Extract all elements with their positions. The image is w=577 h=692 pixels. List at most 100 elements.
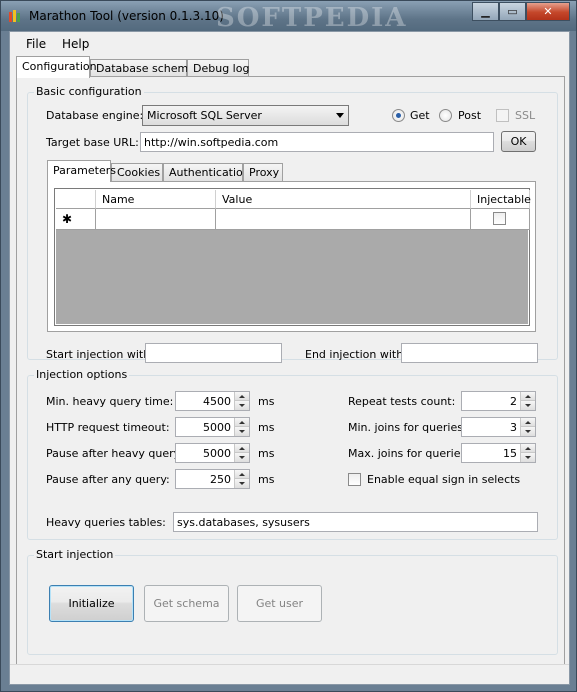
min-heavy-value: 4500 <box>203 395 231 408</box>
engine-select[interactable]: Microsoft SQL Server <box>142 105 349 126</box>
grid-header-injectable[interactable]: Injectable <box>471 190 531 209</box>
unit-ms: ms <box>258 421 275 434</box>
grid-corner <box>56 190 96 209</box>
close-button[interactable]: ✕ <box>526 2 570 21</box>
basic-configuration-group: Basic configuration Database engine: Mic… <box>27 85 558 363</box>
spin-up-icon[interactable] <box>235 418 249 427</box>
get-schema-button[interactable]: Get schema <box>144 585 229 622</box>
spin-down-icon[interactable] <box>235 401 249 410</box>
heavy-tables-label: Heavy queries tables: <box>46 516 166 529</box>
injection-options-group: Injection options Min. heavy query time:… <box>27 368 558 540</box>
start-injection-group: Start injection Initialize Get schema Ge… <box>27 548 558 655</box>
repeat-value: 2 <box>510 395 517 408</box>
tab-cookies[interactable]: Cookies <box>111 163 163 181</box>
status-bar <box>10 664 569 684</box>
pause-heavy-label: Pause after heavy query: <box>46 447 184 460</box>
get-user-button[interactable]: Get user <box>237 585 322 622</box>
min-heavy-spinner[interactable]: 4500 <box>175 391 250 411</box>
menu-file[interactable]: File <box>26 37 46 51</box>
max-joins-label: Max. joins for queries: <box>348 447 470 460</box>
target-url-input[interactable]: http://win.softpedia.com <box>140 132 494 152</box>
end-injection-input[interactable] <box>401 343 538 363</box>
http-timeout-spinner[interactable]: 5000 <box>175 417 250 437</box>
spin-up-icon[interactable] <box>521 392 535 401</box>
new-row-value-cell[interactable] <box>216 209 471 230</box>
spin-down-icon[interactable] <box>235 427 249 436</box>
pause-heavy-value: 5000 <box>203 447 231 460</box>
close-icon: ✕ <box>543 5 553 18</box>
repeat-spinner[interactable]: 2 <box>461 391 536 411</box>
spin-down-icon[interactable] <box>521 401 535 410</box>
ok-button[interactable]: OK <box>501 131 536 152</box>
pause-any-spinner[interactable]: 250 <box>175 469 250 489</box>
get-label: Get <box>410 109 430 122</box>
spin-up-icon[interactable] <box>235 444 249 453</box>
start-injection-label: Start injection with: <box>46 348 154 361</box>
tab-debug-log[interactable]: Debug log <box>187 59 249 77</box>
new-row-name-cell[interactable] <box>96 209 216 230</box>
menu-help[interactable]: Help <box>62 37 89 51</box>
minimize-button[interactable]: ▁ <box>472 2 499 21</box>
url-label: Target base URL: <box>46 136 139 149</box>
grid-header-name[interactable]: Name <box>96 190 216 209</box>
initialize-button[interactable]: Initialize <box>49 585 134 622</box>
grid-empty-area: Name Value Injectable ✱ <box>56 190 531 324</box>
tab-database-schema[interactable]: Database schema <box>90 59 195 77</box>
chevron-down-icon <box>336 113 344 118</box>
min-heavy-label: Min. heavy query time: <box>46 395 174 408</box>
engine-value: Microsoft SQL Server <box>147 109 262 122</box>
get-radio[interactable] <box>392 109 405 122</box>
spin-down-icon[interactable] <box>521 427 535 436</box>
min-joins-label: Min. joins for queries: <box>348 421 467 434</box>
min-joins-spinner[interactable]: 3 <box>461 417 536 437</box>
maximize-button[interactable]: ▭ <box>499 2 526 21</box>
injection-options-label: Injection options <box>34 368 130 381</box>
spin-up-icon[interactable] <box>235 392 249 401</box>
request-tabs: Parameters Cookies Authentication Proxy … <box>47 160 536 340</box>
heavy-tables-input[interactable]: sys.databases, sysusers <box>173 512 538 532</box>
tab-proxy[interactable]: Proxy <box>243 163 283 181</box>
post-label: Post <box>458 109 482 122</box>
pause-heavy-spinner[interactable]: 5000 <box>175 443 250 463</box>
http-timeout-value: 5000 <box>203 421 231 434</box>
parameters-panel: Name Value Injectable ✱ <box>47 181 536 332</box>
title-bar[interactable]: Marathon Tool (version 0.1.3.10) SOFTPED… <box>1 1 576 33</box>
ssl-checkbox[interactable] <box>496 109 509 122</box>
spin-down-icon[interactable] <box>521 453 535 462</box>
repeat-label: Repeat tests count: <box>348 395 456 408</box>
start-injection-input[interactable] <box>145 343 282 363</box>
menu-bar: File Help <box>10 32 569 56</box>
pause-any-value: 250 <box>210 473 231 486</box>
ssl-label: SSL <box>515 109 536 122</box>
spin-up-icon[interactable] <box>235 470 249 479</box>
parameters-grid[interactable]: Name Value Injectable ✱ <box>54 188 531 326</box>
tab-authentication[interactable]: Authentication <box>163 163 250 181</box>
tab-configuration[interactable]: Configuration <box>16 56 97 78</box>
injectable-checkbox[interactable] <box>493 212 506 225</box>
unit-ms: ms <box>258 473 275 486</box>
app-icon <box>9 10 20 22</box>
new-row-marker-icon: ✱ <box>56 209 96 230</box>
new-row-injectable-cell <box>471 209 530 230</box>
window-title: Marathon Tool (version 0.1.3.10) <box>29 9 224 23</box>
watermark: SOFTPEDIA <box>216 3 408 33</box>
maximize-icon: ▭ <box>507 5 518 18</box>
spin-up-icon[interactable] <box>521 418 535 427</box>
engine-label: Database engine: <box>46 109 144 122</box>
spin-down-icon[interactable] <box>235 479 249 488</box>
start-injection-group-label: Start injection <box>34 548 116 561</box>
unit-ms: ms <box>258 395 275 408</box>
post-radio[interactable] <box>439 109 452 122</box>
max-joins-value: 15 <box>503 447 517 460</box>
min-joins-value: 3 <box>510 421 517 434</box>
spin-down-icon[interactable] <box>235 453 249 462</box>
minimize-icon: ▁ <box>481 5 490 18</box>
equal-sign-checkbox[interactable] <box>348 473 361 486</box>
spin-up-icon[interactable] <box>521 444 535 453</box>
app-window: Marathon Tool (version 0.1.3.10) SOFTPED… <box>0 0 577 692</box>
pause-any-label: Pause after any query: <box>46 473 170 486</box>
max-joins-spinner[interactable]: 15 <box>461 443 536 463</box>
tab-parameters[interactable]: Parameters <box>47 160 116 182</box>
grid-header-value[interactable]: Value <box>216 190 471 209</box>
basic-configuration-label: Basic configuration <box>34 85 144 98</box>
